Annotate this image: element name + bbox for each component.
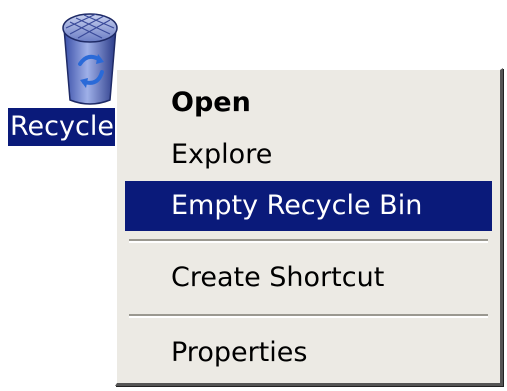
recycle-bin-icon[interactable] [58, 0, 122, 110]
menu-separator [129, 314, 488, 318]
menu-item-explore[interactable]: Explore [125, 130, 492, 180]
context-menu: Open Explore Empty Recycle Bin Create Sh… [115, 68, 503, 386]
menu-item-open[interactable]: Open [125, 78, 492, 128]
menu-item-create-shortcut[interactable]: Create Shortcut [125, 253, 492, 303]
menu-separator [129, 239, 488, 243]
menu-item-empty-recycle-bin[interactable]: Empty Recycle Bin [125, 181, 492, 231]
menu-item-properties[interactable]: Properties [125, 328, 492, 378]
recycle-bin-label[interactable]: Recycle Bin [8, 108, 124, 146]
desktop: Recycle Bin Open Explore Empty Recycle B… [0, 0, 507, 391]
